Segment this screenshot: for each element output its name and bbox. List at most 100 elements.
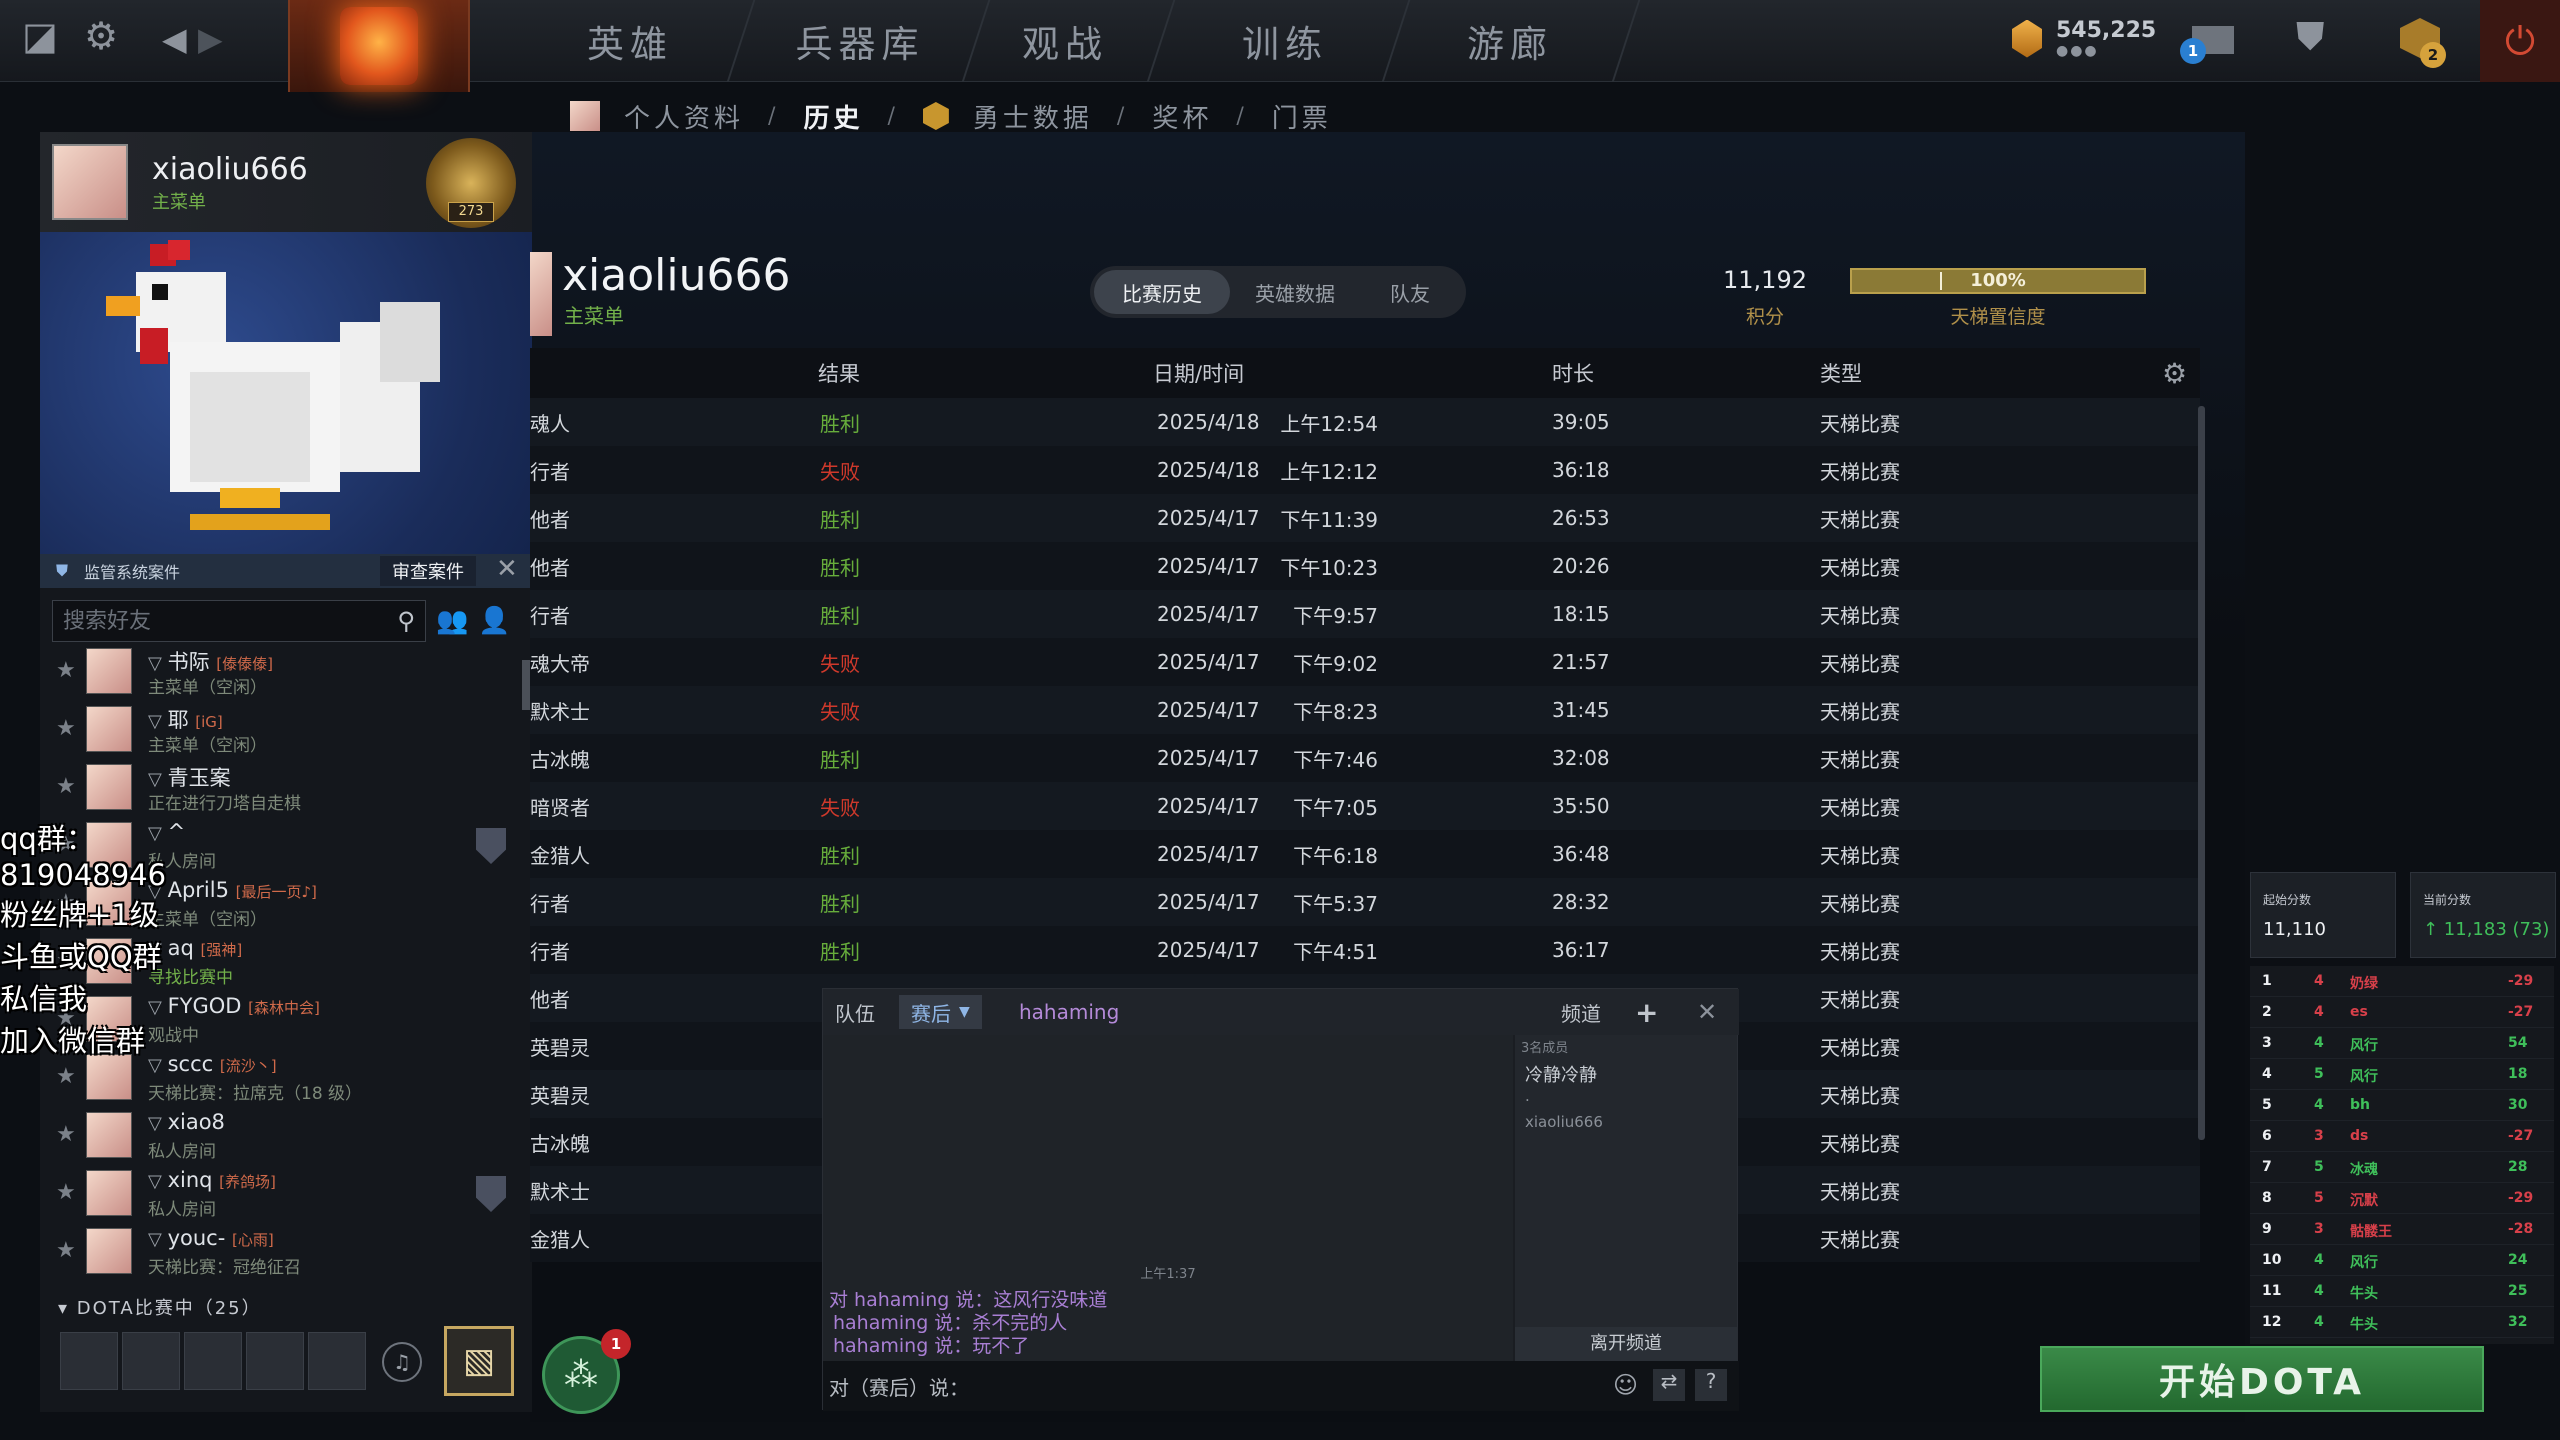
profile-card[interactable]: xiaoliu666 主菜单 273 [40, 132, 532, 232]
favorite-star-icon[interactable]: ★ [56, 716, 76, 741]
dota-logo-button[interactable] [288, 0, 470, 92]
chat-bubble-button[interactable]: ⁂ 1 [542, 1329, 631, 1414]
table-header: 结果 日期/时间 时长 类型 ⚙ [530, 348, 2200, 398]
nav-heroes[interactable]: 英雄 [540, 0, 720, 82]
favorite-star-icon[interactable]: ★ [56, 1064, 76, 1089]
table-row[interactable]: 魂人 胜利 2025/4/18 上午12:54 39:05 天梯比赛 [530, 398, 2200, 446]
friend-name-text: xiao8 [167, 1110, 225, 1134]
table-row[interactable]: 金猎人 胜利 2025/4/17 下午6:18 36:48 天梯比赛 [530, 830, 2200, 878]
table-row[interactable]: 行者 胜利 2025/4/17 下午5:37 28:32 天梯比赛 [530, 878, 2200, 926]
channels-button[interactable]: 频道 [1549, 995, 1613, 1029]
match-type: 天梯比赛 [1820, 843, 1900, 868]
chat-member[interactable]: . [1525, 1087, 1530, 1105]
favorite-star-icon[interactable]: ★ [56, 658, 76, 683]
chat-member[interactable]: xiaoliu666 [1525, 1113, 1603, 1131]
table-row[interactable]: 行者 失败 2025/4/18 上午12:12 36:18 天梯比赛 [530, 446, 2200, 494]
match-result: 失败 [820, 795, 860, 820]
chat-tab-whisper[interactable]: hahaming [1007, 995, 1131, 1029]
leave-channel-button[interactable]: 离开频道 [1515, 1327, 1737, 1361]
mail-button[interactable]: 1 [2180, 20, 2240, 64]
nav-armory[interactable]: 兵器库 [760, 0, 960, 82]
table-row[interactable]: 古冰魄 胜利 2025/4/17 下午7:46 32:08 天梯比赛 [530, 734, 2200, 782]
favorite-star-icon[interactable]: ★ [56, 1238, 76, 1263]
close-icon[interactable]: ✕ [496, 554, 518, 584]
add-friend-icon[interactable]: 👥 [436, 606, 468, 636]
friend-avatar [86, 1228, 132, 1274]
friend-item[interactable]: ★ ▽ 青玉案 正在进行刀塔自走棋 [52, 760, 522, 816]
start-dota-button[interactable]: 开始DOTA [2040, 1346, 2484, 1412]
friends-manage-icon[interactable]: 👤 [478, 606, 510, 636]
chat-member[interactable]: 冷静冷静 [1525, 1061, 1597, 1087]
party-slot-empty[interactable] [246, 1332, 304, 1390]
match-type: 天梯比赛 [1820, 1227, 1900, 1252]
party-slot-empty[interactable] [122, 1332, 180, 1390]
friend-avatar [86, 1054, 132, 1100]
add-channel-icon[interactable]: + [1623, 995, 1670, 1029]
table-row[interactable]: 行者 胜利 2025/4/17 下午4:51 36:17 天梯比赛 [530, 926, 2200, 974]
tab-match-history[interactable]: 比赛历史 [1094, 270, 1230, 314]
friend-item[interactable]: ★ ▽ xiao8 私人房间 [52, 1108, 522, 1164]
search-icon[interactable]: ⚲ [397, 607, 415, 635]
table-row[interactable]: 行者 胜利 2025/4/17 下午9:57 18:15 天梯比赛 [530, 590, 2200, 638]
tab-hero-stats[interactable]: 英雄数据 [1230, 270, 1360, 314]
table-scrollbar[interactable] [2198, 406, 2205, 1140]
friend-search-input[interactable] [63, 608, 398, 634]
subnav-tickets[interactable]: 门票 [1272, 98, 1332, 135]
nav-watch[interactable]: 观战 [990, 0, 1140, 82]
voice-chat-icon[interactable]: ♫ [382, 1342, 422, 1382]
subnav-profile[interactable]: 个人资料 [624, 98, 744, 135]
armory-shield-icon[interactable]: ⛊ [2296, 14, 2325, 59]
gear-icon[interactable]: ⚙ [2162, 348, 2187, 398]
battle-pass-icon[interactable]: ▧ [444, 1326, 514, 1396]
match-date: 2025/4/17 [1157, 842, 1260, 866]
friend-tag: [森林中会] [248, 999, 320, 1017]
nav-arcade[interactable]: 游廊 [1410, 0, 1610, 82]
friend-item[interactable]: ★ ▽ xinq [养鸽场] 私人房间 [52, 1166, 522, 1222]
favorite-star-icon[interactable]: ★ [56, 1180, 76, 1205]
tab-teammates[interactable]: 队友 [1360, 270, 1460, 314]
header-datetime[interactable]: 日期/时间 [1153, 348, 1244, 398]
player-status: 主菜单 [564, 304, 624, 328]
favorite-star-icon[interactable]: ★ [56, 1122, 76, 1147]
help-icon[interactable]: ? [1695, 1369, 1727, 1401]
emoji-icon[interactable]: ☺ [1613, 1371, 1638, 1399]
favorite-star-icon[interactable]: ★ [56, 774, 76, 799]
table-row[interactable]: 默术士 失败 2025/4/17 下午8:23 31:45 天梯比赛 [530, 686, 2200, 734]
header-type[interactable]: 类型 [1820, 348, 1862, 398]
table-row[interactable]: 他者 胜利 2025/4/17 下午11:39 26:53 天梯比赛 [530, 494, 2200, 542]
table-row[interactable]: 暗贤者 失败 2025/4/17 下午7:05 35:50 天梯比赛 [530, 782, 2200, 830]
friends-scrollbar[interactable] [522, 660, 530, 710]
chat-tab-postgame[interactable]: 赛后 ▼ [899, 995, 982, 1029]
power-icon[interactable]: ⏻ [2480, 0, 2560, 82]
chat-tab-team[interactable]: 队伍 [823, 995, 887, 1029]
forward-arrow-icon[interactable]: ▶ [198, 20, 223, 58]
subnav-history[interactable]: 历史 [803, 98, 863, 135]
subnav-hero-data[interactable]: 勇士数据 [973, 98, 1093, 135]
close-icon[interactable]: ✕ [1685, 995, 1729, 1029]
subnav-trophies[interactable]: 奖杯 [1152, 98, 1212, 135]
share-icon[interactable]: ⇄ [1653, 1369, 1685, 1401]
table-row[interactable]: 他者 胜利 2025/4/17 下午10:23 20:26 天梯比赛 [530, 542, 2200, 590]
friend-item[interactable]: ★ ▽ youc- [心雨] 天梯比赛：冠绝征召 [52, 1224, 522, 1280]
mmr-hero: es [2350, 1004, 2368, 1020]
review-case-button[interactable]: 审查案件 [380, 556, 476, 586]
dota-plus-button[interactable]: 2 [2400, 18, 2446, 68]
party-slot-empty[interactable] [308, 1332, 366, 1390]
shards-currency[interactable]: 545,225 ●●● [2012, 18, 2156, 59]
chat-input-bar[interactable]: 对（赛后）说： ☺ ⇄ ? [823, 1361, 1739, 1411]
mmr-hero: 奶绿 [2350, 976, 2378, 992]
friend-item[interactable]: ★ ▽ 书际 [傣傣傣] 主菜单（空闲） [52, 644, 522, 700]
header-duration[interactable]: 时长 [1552, 348, 1594, 398]
match-date: 2025/4/17 [1157, 890, 1260, 914]
table-row[interactable]: 魂大帝 失败 2025/4/17 下午9:02 21:57 天梯比赛 [530, 638, 2200, 686]
header-result[interactable]: 结果 [818, 348, 860, 398]
back-arrow-icon[interactable]: ◀ [162, 20, 187, 58]
nav-learn[interactable]: 训练 [1185, 0, 1385, 82]
friend-item[interactable]: ★ ▽ 耶 [iG] 主菜单（空闲） [52, 702, 522, 758]
settings-icon[interactable]: ⚙ [84, 14, 118, 58]
party-slot-self[interactable] [60, 1332, 118, 1390]
dashboard-icon[interactable]: ◪ [22, 14, 58, 58]
friend-group-header[interactable]: ▾ DOTA比赛中（25） [58, 1294, 262, 1320]
party-slot-empty[interactable] [184, 1332, 242, 1390]
mmr-row: 10 4 风行 24 [2250, 1245, 2554, 1276]
